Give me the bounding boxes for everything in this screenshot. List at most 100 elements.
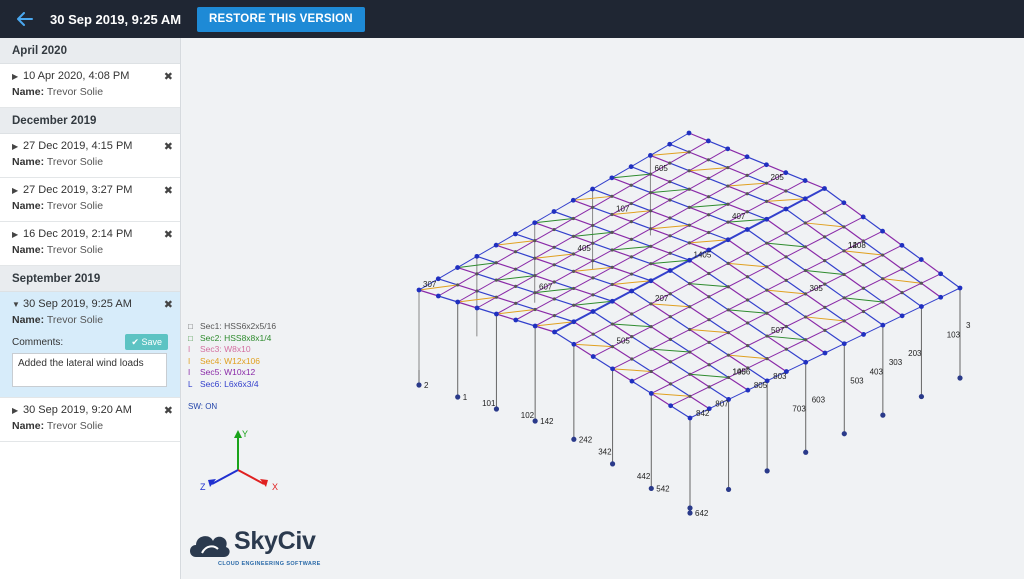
node: [706, 195, 711, 199]
purlin-member: [747, 242, 767, 254]
purlin-member: [785, 246, 806, 258]
section-mark: I: [188, 356, 191, 366]
axis-y-label: Y: [242, 429, 248, 439]
purlin-member: [669, 170, 690, 183]
rafter-member: [746, 156, 767, 166]
rafter-member: [650, 245, 671, 254]
rafter-member: [727, 239, 748, 254]
purlin-member: [824, 343, 845, 354]
rafter-member: [650, 228, 671, 237]
purlin-member: [785, 270, 806, 281]
rafter-member: [901, 244, 922, 261]
rafter-member: [553, 210, 574, 220]
rafter-member: [727, 185, 748, 195]
purlin-member: [708, 376, 729, 388]
version-item[interactable]: ▶ 10 Apr 2020, 4:08 PM Name: Trevor Solie…: [0, 64, 180, 108]
rafter-member: [534, 292, 555, 300]
node: [456, 283, 460, 287]
purlin-member: [727, 193, 748, 205]
node-label: 101: [482, 399, 496, 408]
rafter-member: [476, 290, 497, 298]
delete-icon[interactable]: ✖: [164, 70, 173, 83]
node: [726, 202, 730, 206]
rafter-member: [515, 251, 536, 259]
node: [707, 363, 711, 367]
node: [783, 170, 789, 176]
delete-icon[interactable]: ✖: [164, 140, 173, 153]
name-prefix: Name:: [12, 420, 45, 432]
rafter-member: [689, 242, 709, 251]
node: [823, 328, 827, 332]
rafter-member: [824, 329, 845, 345]
purlin-member: [747, 289, 768, 301]
purlin-member: [611, 221, 632, 233]
node: [726, 308, 730, 312]
purlin-member: [785, 180, 806, 192]
rafter-member: [708, 140, 728, 150]
purlin-member: [650, 316, 671, 328]
node: [552, 227, 556, 232]
structure-model[interactable]: 842 807 805 803 703 603 503 403 303 203 103 3 2 1 101 1…: [182, 38, 1024, 579]
purlin-member: [805, 352, 826, 363]
rafter-member: [728, 332, 749, 347]
node: [822, 350, 828, 356]
node: [571, 234, 576, 238]
model-viewport[interactable]: 842 807 805 803 703 603 503 403 303 203 103 3 2 1 101 1…: [182, 38, 1024, 579]
purlin-member: [728, 299, 748, 311]
node: [435, 293, 441, 299]
version-item[interactable]: ▶ 27 Dec 2019, 3:27 PM Name: Trevor Solie…: [0, 178, 180, 222]
rafter-member: [573, 235, 593, 244]
brace-member: [650, 303, 690, 308]
purlin-member: [669, 132, 690, 145]
node: [688, 372, 692, 376]
purlin-member: [631, 348, 652, 360]
section-mark: □: [188, 333, 193, 343]
rafter-member: [650, 280, 671, 295]
version-item[interactable]: ▶ 27 Dec 2019, 4:15 PM Name: Trevor Solie…: [0, 134, 180, 178]
node: [803, 221, 807, 225]
rafter-member: [747, 322, 768, 337]
node: [707, 213, 711, 217]
page-title: 30 Sep 2019, 9:25 AM: [50, 11, 182, 27]
purlin-member: [805, 329, 826, 341]
rafter-member: [747, 211, 767, 220]
comment-textarea[interactable]: Added the lateral wind loads: [12, 353, 167, 387]
node: [803, 268, 808, 273]
delete-icon[interactable]: ✖: [164, 298, 173, 311]
rafter-member: [669, 217, 690, 226]
back-arrow-icon[interactable]: [14, 8, 36, 30]
node: [938, 294, 944, 300]
version-item[interactable]: ▶ 30 Sep 2019, 9:20 AM Name: Trevor Solie…: [0, 398, 180, 442]
rafter-member: [747, 252, 768, 268]
node-label: 307: [423, 280, 437, 289]
version-item[interactable]: ▶ 16 Dec 2019, 2:14 PM Name: Trevor Solie…: [0, 222, 180, 266]
legend-label: Sec6: L6x6x3/4: [200, 378, 259, 389]
node: [764, 181, 769, 185]
purlin-member: [747, 266, 768, 278]
caret-right-icon[interactable]: ▶: [12, 406, 23, 415]
node: [610, 344, 615, 349]
rafter-member: [670, 316, 691, 331]
rafter-member: [631, 238, 651, 247]
delete-icon[interactable]: ✖: [164, 228, 173, 241]
version-item-selected[interactable]: ▼ 30 Sep 2019, 9:25 AM Name: Trevor Solie…: [0, 292, 180, 398]
purlin-member: [804, 187, 825, 200]
node: [687, 205, 691, 209]
caret-right-icon[interactable]: ▶: [12, 230, 23, 239]
caret-right-icon[interactable]: ▶: [12, 72, 23, 81]
rafter-member: [727, 309, 748, 324]
node: [532, 220, 538, 226]
caret-down-icon[interactable]: ▼: [12, 300, 23, 309]
delete-icon[interactable]: ✖: [164, 184, 173, 197]
save-comment-button[interactable]: ✔ Save: [125, 334, 168, 350]
caret-right-icon[interactable]: ▶: [12, 186, 23, 195]
purlin-member: [592, 177, 613, 190]
rafter-member: [515, 285, 536, 294]
delete-icon[interactable]: ✖: [164, 404, 173, 417]
node: [571, 341, 577, 347]
caret-right-icon[interactable]: ▶: [12, 142, 23, 151]
node: [784, 278, 788, 282]
node: [552, 314, 557, 318]
rafter-member: [727, 262, 748, 278]
restore-version-button[interactable]: RESTORE THIS VERSION: [197, 6, 365, 32]
